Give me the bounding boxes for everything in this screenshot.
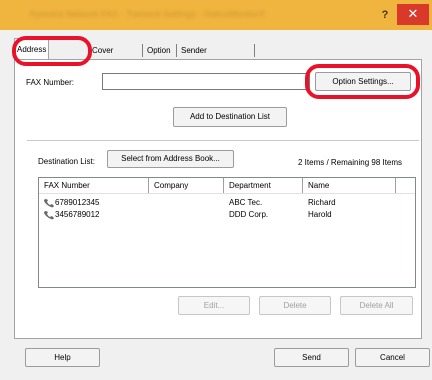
- title-bar: Kyocera Network FAX - Transmit Settings …: [0, 0, 432, 30]
- list-item[interactable]: 6789012345 ABC Tec. Richard: [39, 197, 415, 209]
- column-name[interactable]: Name: [303, 178, 396, 193]
- tab-option[interactable]: Option: [145, 42, 173, 59]
- name-cell: Richard: [308, 198, 336, 207]
- tab-separator: [142, 44, 143, 57]
- close-button[interactable]: ✕: [397, 4, 429, 25]
- list-item[interactable]: 3456789012 DDD Corp. Harold: [39, 209, 415, 221]
- transmit-settings-dialog: Kyocera Network FAX - Transmit Settings …: [0, 0, 432, 380]
- tab-sender-information[interactable]: Sender Information: [179, 42, 224, 72]
- column-fax-number[interactable]: FAX Number: [39, 178, 149, 193]
- destination-list[interactable]: FAX Number Company Department Name 67890…: [38, 177, 416, 288]
- column-department[interactable]: Department: [224, 178, 303, 193]
- delete-button[interactable]: Delete: [259, 296, 331, 315]
- fax-number-cell: 3456789012: [55, 210, 100, 219]
- help-icon[interactable]: ?: [373, 6, 397, 24]
- list-header: FAX Number Company Department Name: [39, 178, 415, 194]
- section-divider: [27, 140, 419, 141]
- department-cell: ABC Tec.: [229, 198, 263, 207]
- department-cell: DDD Corp.: [229, 210, 269, 219]
- help-button[interactable]: Help: [25, 348, 100, 367]
- tab-address-setting[interactable]: Address Setting: [14, 38, 50, 75]
- send-button[interactable]: Send: [274, 348, 349, 367]
- name-cell: Harold: [308, 210, 332, 219]
- tab-separator: [254, 44, 255, 57]
- fax-number-cell: 6789012345: [55, 198, 100, 207]
- phone-icon: [44, 199, 54, 208]
- tab-cover-page[interactable]: Cover Page: [90, 42, 116, 72]
- option-settings-button[interactable]: Option Settings...: [315, 72, 411, 91]
- window-title: Kyocera Network FAX - Transmit Settings …: [30, 9, 266, 19]
- destination-list-label: Destination List:: [38, 157, 95, 166]
- tab-separator: [176, 44, 177, 57]
- edit-button[interactable]: Edit...: [178, 296, 250, 315]
- select-address-book-button[interactable]: Select from Address Book...: [107, 150, 234, 168]
- phone-icon: [44, 211, 54, 220]
- fax-number-label: FAX Number:: [26, 78, 75, 87]
- add-to-destination-button[interactable]: Add to Destination List: [173, 107, 287, 127]
- item-count-text: 2 Items / Remaining 98 Items: [298, 158, 403, 167]
- column-company[interactable]: Company: [149, 178, 224, 193]
- cancel-button[interactable]: Cancel: [355, 348, 430, 367]
- fax-number-input[interactable]: [102, 73, 310, 90]
- delete-all-button[interactable]: Delete All: [340, 296, 413, 315]
